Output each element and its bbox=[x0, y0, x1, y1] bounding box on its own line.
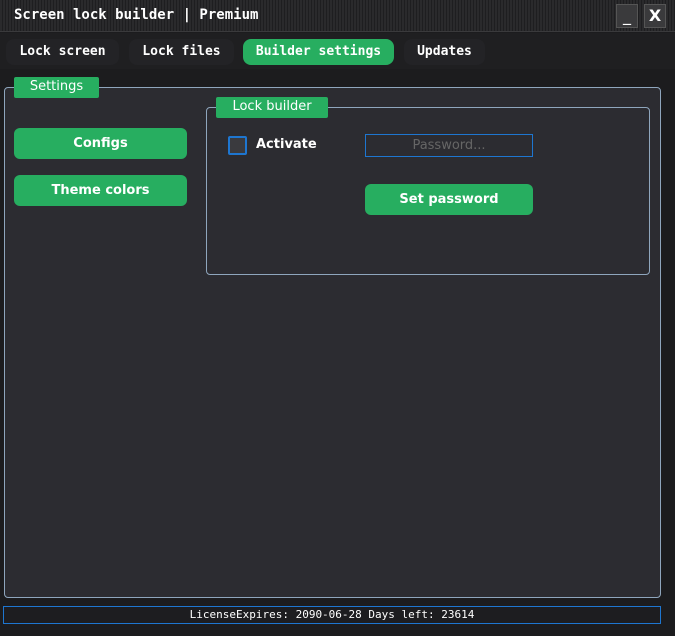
tab-updates[interactable]: Updates bbox=[404, 39, 485, 65]
activate-label[interactable]: Activate bbox=[256, 137, 317, 152]
password-input[interactable] bbox=[365, 134, 533, 157]
lock-builder-legend: Lock builder bbox=[216, 97, 328, 118]
minimize-button[interactable]: _ bbox=[616, 4, 638, 28]
close-button[interactable]: X bbox=[644, 4, 666, 28]
theme-colors-button[interactable]: Theme colors bbox=[14, 175, 187, 206]
title-bar: Screen lock builder | Premium _ X bbox=[0, 0, 675, 32]
configs-button[interactable]: Configs bbox=[14, 128, 187, 159]
tab-lock-files[interactable]: Lock files bbox=[129, 39, 234, 65]
activate-checkbox[interactable] bbox=[228, 136, 247, 155]
tab-bar: Lock screen Lock files Builder settings … bbox=[0, 33, 675, 69]
settings-legend: Settings bbox=[14, 77, 99, 98]
tab-lock-screen[interactable]: Lock screen bbox=[6, 39, 119, 65]
window-title: Screen lock builder | Premium bbox=[14, 7, 259, 23]
license-status: LicenseExpires: 2090-06-28 Days left: 23… bbox=[3, 606, 661, 624]
set-password-button[interactable]: Set password bbox=[365, 184, 533, 215]
tab-builder-settings[interactable]: Builder settings bbox=[243, 39, 394, 65]
